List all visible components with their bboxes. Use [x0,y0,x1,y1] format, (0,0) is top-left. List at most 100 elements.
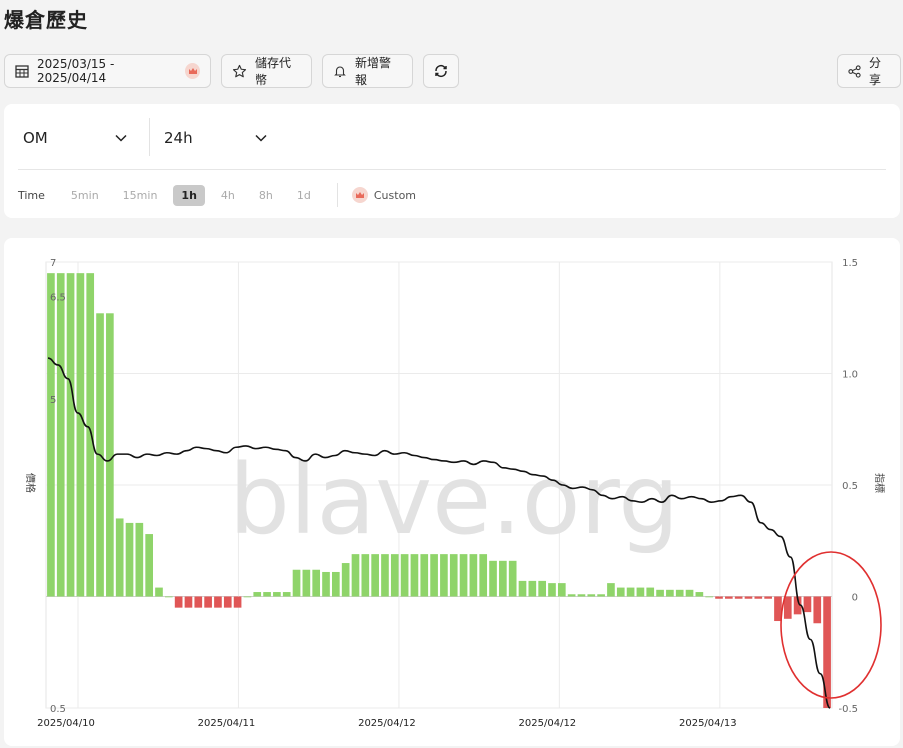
liquidation-bar [656,589,664,597]
liquidation-bar [86,273,95,597]
liquidation-bar [351,554,360,597]
liquidation-bar [764,596,772,599]
refresh-button[interactable] [423,54,459,88]
right-axis-ticks: 1.5 1.0 0.5 0 -0.5 [838,258,858,715]
liquidation-bar [636,587,645,597]
liquidation-bar [164,596,173,598]
liquidation-bar [607,583,615,597]
liquidation-bar [783,596,792,619]
liquidation-bar [194,596,203,608]
timeframe-15min[interactable]: 15min [115,185,166,206]
liquidation-bar [253,592,262,597]
filter-panel: OM 24h Time 5min 15min 1h 4h 8h 1d Custo… [4,104,900,218]
liquidation-bar [803,596,812,613]
timeframe-5min[interactable]: 5min [63,185,107,206]
liquidation-bar [332,571,340,597]
liquidation-bar [616,587,625,597]
symbol-select[interactable]: OM [23,118,133,158]
time-label: Time [18,188,45,202]
liquidation-bar [675,589,684,597]
liquidation-bar [734,596,743,599]
add-alert-label: 新增警報 [355,56,392,87]
liquidation-bar [243,596,252,598]
share-button[interactable]: 分享 [837,54,901,88]
share-label: 分享 [869,56,882,87]
liquidation-bar [233,596,242,608]
premium-crown-icon [185,63,200,79]
liquidation-bar [508,560,517,597]
add-alert-button[interactable]: 新增警報 [322,54,413,88]
liquidation-bar [715,596,723,599]
panel-divider [18,169,886,170]
liquidation-bar [449,554,458,597]
liquidation-bar [56,273,65,597]
liquidation-bar [76,273,85,597]
liquidation-bar [528,580,537,597]
date-range-text: 2025/03/15 - 2025/04/14 [37,57,115,85]
chart-watermark: blave.org [229,444,679,556]
custom-range-button[interactable]: Custom [351,187,416,203]
page-title: 爆倉歷史 [4,8,88,32]
liquidation-bar [390,554,399,597]
timeframe-1h[interactable]: 1h [173,184,205,206]
symbol-value: OM [23,129,48,147]
chevron-down-icon [255,134,267,142]
left-axis-tick: 0.5 [50,704,66,715]
liquidation-bar [322,571,330,597]
selector-divider [149,118,150,156]
liquidation-bar [214,596,222,608]
liquidation-bar [548,583,556,597]
highlight-circle [780,551,882,699]
liquidation-bar [400,554,409,597]
right-axis-tick: 1.0 [842,370,858,381]
liquidation-bar [66,273,75,597]
liquidation-bar [184,596,193,608]
right-axis-label: 指標 [873,473,886,493]
liquidation-bar [587,594,596,597]
liquidation-bar [223,596,232,608]
refresh-icon [435,64,447,78]
save-token-button[interactable]: 儲存代幣 [221,54,312,88]
liquidation-bar [489,560,497,597]
liquidation-bar [292,569,301,597]
chevron-down-icon [115,134,127,142]
save-token-label: 儲存代幣 [255,56,292,87]
liquidation-bar [646,587,655,597]
liquidation-bar [557,583,566,597]
liquidation-bar [302,569,311,597]
left-axis-tick: 6.5 [50,292,66,303]
liquidation-bar [744,596,753,599]
liquidation-bar [371,554,379,597]
liquidation-bar [626,587,635,597]
liquidation-bar [430,554,438,597]
right-axis-tick: 0 [852,593,858,604]
liquidation-bar [469,554,478,597]
period-value: 24h [164,129,193,147]
timeframe-1d[interactable]: 1d [289,185,319,206]
right-axis-tick: -0.5 [838,704,858,715]
liquidation-bar [341,563,350,597]
date-range-button[interactable]: 2025/03/15 - 2025/04/14 [4,54,211,88]
liquidation-bar [361,554,370,597]
liquidation-bar [725,596,733,599]
right-axis-tick: 0.5 [842,481,858,492]
timeframe-divider [336,183,338,207]
liquidation-bar [685,589,694,597]
left-axis-label: 價格 [24,473,37,493]
liquidation-bar [479,554,488,597]
liquidation-bar [754,596,763,599]
time-filter-row: Time 5min 15min 1h 4h 8h 1d Custom [18,183,416,207]
x-axis-tick: 2025/04/12 [358,718,416,729]
timeframe-8h[interactable]: 8h [251,185,281,206]
liquidation-bar [174,596,183,608]
liquidation-bar [420,554,429,597]
x-axis-ticks: 2025/04/10 2025/04/11 2025/04/12 2025/04/12… [37,718,736,729]
liquidation-bar [499,560,507,597]
timeframe-4h[interactable]: 4h [213,185,243,206]
premium-crown-icon [351,187,368,203]
x-axis-tick: 2025/04/11 [198,718,256,729]
liquidation-bar [597,594,605,597]
period-select[interactable]: 24h [164,118,274,158]
liquidation-bar [282,592,291,597]
liquidation-bar [518,580,527,597]
